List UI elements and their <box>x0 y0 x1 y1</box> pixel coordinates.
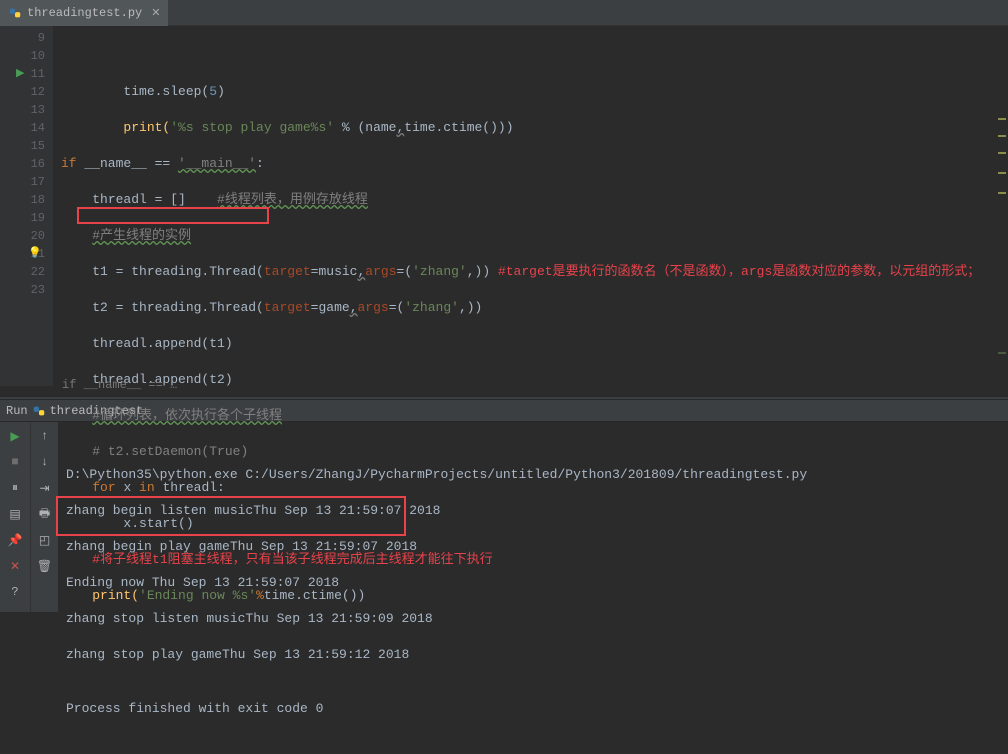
console-line: zhang begin play gameThu Sep 13 21:59:07… <box>66 538 1004 556</box>
scroll-up-icon[interactable]: ↑ <box>37 428 53 444</box>
python-file-icon <box>32 404 46 418</box>
red-annotation-box <box>56 496 406 536</box>
breadcrumb[interactable]: if __name__ == … <box>62 378 177 392</box>
console-output[interactable]: D:\Python35\python.exe C:/Users/ZhangJ/P… <box>58 422 1008 612</box>
close-panel-icon[interactable]: ✕ <box>7 558 23 574</box>
pause-icon[interactable]: ⏸ <box>7 480 23 496</box>
line-number: 18 <box>0 191 45 209</box>
soft-wrap-icon[interactable]: ⇥ <box>37 480 53 496</box>
line-gutter: ▶ 💡 9 10 11 12 13 14 15 16 17 18 19 20 2… <box>0 26 53 386</box>
console-line: zhang stop play gameThu Sep 13 21:59:12 … <box>66 646 1004 664</box>
line-number: 23 <box>0 281 45 299</box>
help-icon[interactable]: ? <box>7 584 23 600</box>
tab-bar: threadingtest.py ✕ <box>0 0 1008 26</box>
rerun-icon[interactable]: ▶ <box>7 428 23 444</box>
close-icon[interactable]: ✕ <box>151 6 160 20</box>
layout-icon[interactable]: ▤ <box>7 506 23 522</box>
red-annotation-box <box>77 207 269 224</box>
editor-scrollbar[interactable] <box>998 52 1006 417</box>
code-area[interactable]: time.sleep(5) print('%s stop play game%s… <box>53 26 1008 386</box>
line-number: 15 <box>0 137 45 155</box>
print-icon[interactable]: 🖶 <box>37 506 53 522</box>
line-number: 20 <box>0 227 45 245</box>
line-number: 17 <box>0 173 45 191</box>
run-panel: ▶ ■ ⏸ ▤ 📌 ✕ ? ↑ ↓ ⇥ 🖶 ◰ 🗑 D:\Python35\py… <box>0 422 1008 612</box>
run-toolbar-left: ▶ ■ ⏸ ▤ 📌 ✕ ? <box>0 422 30 612</box>
scroll-down-icon[interactable]: ↓ <box>37 454 53 470</box>
editor: ▶ 💡 9 10 11 12 13 14 15 16 17 18 19 20 2… <box>0 26 1008 396</box>
python-file-icon <box>8 6 22 20</box>
clear-icon[interactable]: ◰ <box>37 532 53 548</box>
line-number: 10 <box>0 47 45 65</box>
line-number: 19 <box>0 209 45 227</box>
file-tab[interactable]: threadingtest.py ✕ <box>0 0 168 26</box>
trash-icon[interactable]: 🗑 <box>37 558 53 574</box>
run-line-icon[interactable]: ▶ <box>16 65 24 83</box>
console-line: zhang stop listen musicThu Sep 13 21:59:… <box>66 610 1004 628</box>
line-number: 12 <box>0 83 45 101</box>
run-label: Run <box>6 404 28 418</box>
pin-icon[interactable]: 📌 <box>7 532 23 548</box>
tab-filename: threadingtest.py <box>27 6 142 20</box>
line-number: 13 <box>0 101 45 119</box>
line-number: 22 <box>0 263 45 281</box>
run-toolbar-inner: ↑ ↓ ⇥ 🖶 ◰ 🗑 <box>30 422 58 612</box>
stop-icon[interactable]: ■ <box>7 454 23 470</box>
line-number: 9 <box>0 29 45 47</box>
console-line: Process finished with exit code 0 <box>66 700 1004 718</box>
line-number: 14 <box>0 119 45 137</box>
line-number: 16 <box>0 155 45 173</box>
console-line: Ending now Thu Sep 13 21:59:07 2018 <box>66 574 1004 592</box>
intention-bulb-icon[interactable]: 💡 <box>28 245 42 263</box>
console-line: D:\Python35\python.exe C:/Users/ZhangJ/P… <box>66 466 1004 484</box>
